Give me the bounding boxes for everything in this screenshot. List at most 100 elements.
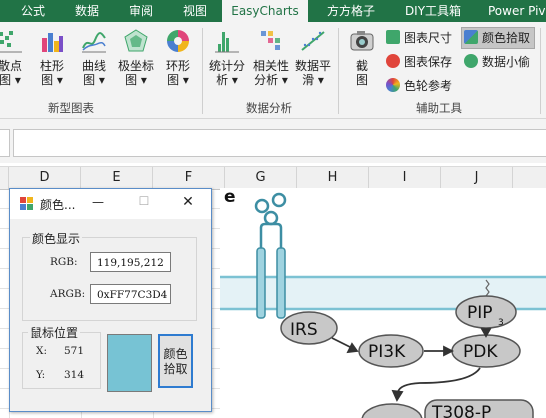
- color-picker-button[interactable]: 颜色拾取: [461, 27, 536, 49]
- data-thief-button[interactable]: 数据小偷: [464, 52, 530, 72]
- maximize-button[interactable]: ☐: [132, 194, 156, 208]
- smoothing-label-1: 数据平: [294, 59, 331, 73]
- magnifier-icon: [464, 54, 478, 68]
- scatter-chart-button[interactable]: 散点 图 ▾: [0, 28, 26, 87]
- camera-icon: [350, 31, 374, 51]
- bar-chart-button[interactable]: 柱形 图 ▾: [34, 28, 70, 87]
- pick-color-label-2: 拾取: [163, 362, 188, 376]
- pdk-label: PDK: [463, 342, 498, 362]
- statistics-analysis-button[interactable]: 统计分 析 ▾: [206, 28, 248, 87]
- color-swatch: [107, 334, 152, 392]
- polar-chart-label-2: 图 ▾: [125, 73, 147, 87]
- tab-view[interactable]: 视图: [172, 0, 218, 22]
- pip3-label: PIP: [467, 303, 493, 323]
- argb-label: ARGB:: [50, 288, 86, 300]
- data-thief-label: 数据小偷: [482, 55, 531, 69]
- correlation-label-2: 分析 ▾: [254, 73, 288, 87]
- pick-color-label-1: 颜色: [163, 347, 188, 361]
- chart-save-label: 图表保存: [404, 55, 453, 69]
- color-display-group: [22, 237, 197, 321]
- image-icon: [386, 30, 400, 44]
- close-button[interactable]: ✕: [176, 194, 200, 210]
- color-picker-dialog: 颜色... — ☐ ✕ 颜色显示 RGB: 119,195,212 ARGB: …: [9, 188, 212, 412]
- ring-chart-icon: [167, 30, 189, 52]
- scatter-chart-label-2: 图 ▾: [0, 73, 21, 87]
- pasted-figure[interactable]: PIP 3 IRS PI3K PDK T308-P e: [220, 188, 546, 418]
- ring-chart-label-1: 环形: [165, 59, 190, 73]
- curve-chart-button[interactable]: 曲线 图 ▾: [76, 28, 112, 87]
- color-wheel-reference-button[interactable]: 色轮参考: [386, 76, 452, 96]
- rgb-value-field[interactable]: 119,195,212: [90, 252, 171, 272]
- pip3-subscript: 3: [498, 318, 504, 328]
- column-header-h[interactable]: H: [297, 167, 369, 189]
- data-smoothing-button[interactable]: 数据平 滑 ▾: [293, 28, 333, 87]
- color-picker-label: 颜色拾取: [482, 31, 531, 45]
- statistics-label-2: 析 ▾: [216, 73, 238, 87]
- statistics-label-1: 统计分: [208, 59, 245, 73]
- smoothing-icon: [301, 31, 325, 51]
- color-wheel-label: 色轮参考: [404, 79, 453, 93]
- bar-chart-label-1: 柱形: [39, 59, 64, 73]
- column-header-e[interactable]: E: [81, 167, 153, 189]
- ring-chart-button[interactable]: 环形 图 ▾: [160, 28, 196, 87]
- ring-chart-label-2: 图 ▾: [167, 73, 189, 87]
- dialog-title-bar[interactable]: 颜色... — ☐ ✕: [10, 189, 211, 219]
- column-header-k[interactable]: [513, 167, 546, 189]
- irs-label: IRS: [290, 320, 318, 340]
- column-header-j[interactable]: J: [441, 167, 513, 189]
- minimize-button[interactable]: —: [86, 195, 110, 209]
- panel-letter: e: [224, 188, 236, 207]
- tab-diy-toolbox[interactable]: DIY工具箱: [394, 0, 472, 22]
- pick-color-button[interactable]: 颜色 拾取: [158, 334, 193, 388]
- akt-node: [361, 403, 423, 418]
- new-charts-group-label: 新型图表: [48, 101, 94, 115]
- tab-fangfanggezi[interactable]: 方方格子: [316, 0, 386, 22]
- data-analysis-group-label: 数据分析: [246, 101, 292, 115]
- column-header-d[interactable]: D: [9, 167, 81, 189]
- name-box[interactable]: [0, 129, 10, 157]
- tab-data[interactable]: 数据: [64, 0, 110, 22]
- tab-power-pivot[interactable]: Power Piv: [480, 0, 546, 22]
- x-label: X:: [36, 345, 48, 357]
- ribbon: 散点 图 ▾ 柱形 图 ▾ 曲线 图 ▾ 极坐标 图 ▾ 环形 图 ▾ 新型图表: [0, 22, 546, 119]
- app-icon: [20, 197, 33, 210]
- tab-formulas[interactable]: 公式: [10, 0, 56, 22]
- chart-size-label: 图表尺寸: [404, 31, 453, 45]
- tab-review[interactable]: 审阅: [118, 0, 164, 22]
- column-headers: D E F G H I J: [0, 166, 546, 190]
- correlation-icon: [261, 31, 280, 50]
- screenshot-label-1: 截: [355, 59, 368, 73]
- scatter-chart-icon: [0, 31, 22, 53]
- color-display-legend: 颜色显示: [30, 230, 83, 247]
- color-picker-icon: [464, 30, 478, 44]
- argb-value-field[interactable]: 0xFF77C3D4: [90, 284, 171, 304]
- column-header-i[interactable]: I: [369, 167, 441, 189]
- ribbon-tab-bar: 公式 数据 审阅 视图 EasyCharts 方方格子 DIY工具箱 Power…: [0, 0, 546, 22]
- screenshot-button[interactable]: 截 图: [344, 28, 380, 87]
- ribbon-separator: [338, 28, 339, 114]
- column-header-f[interactable]: F: [153, 167, 225, 189]
- scatter-chart-label-1: 散点: [0, 59, 22, 73]
- correlation-analysis-button[interactable]: 相关性 分析 ▾: [250, 28, 292, 87]
- column-header-g[interactable]: G: [225, 167, 297, 189]
- polar-chart-button[interactable]: 极坐标 图 ▾: [115, 28, 157, 87]
- screenshot-label-2: 图: [355, 73, 368, 87]
- curve-chart-icon: [82, 32, 106, 53]
- tab-easycharts[interactable]: EasyCharts: [222, 0, 308, 22]
- x-value: 571: [64, 345, 85, 357]
- ribbon-separator: [540, 28, 541, 114]
- curve-chart-label-1: 曲线: [81, 59, 106, 73]
- mouse-position-legend: 鼠标位置: [28, 324, 81, 341]
- y-label: Y:: [36, 369, 46, 381]
- dialog-title: 颜色...: [40, 198, 76, 212]
- formula-input[interactable]: [13, 129, 546, 157]
- rgb-label: RGB:: [50, 256, 78, 268]
- ribbon-separator: [202, 28, 203, 114]
- bar-chart-label-2: 图 ▾: [41, 73, 63, 87]
- chart-size-button[interactable]: 图表尺寸: [386, 28, 452, 48]
- save-icon: [386, 54, 400, 68]
- chart-save-button[interactable]: 图表保存: [386, 52, 452, 72]
- signaling-pathway-diagram: PIP 3 IRS PI3K PDK T308-P e: [220, 188, 546, 418]
- column-header-c[interactable]: [0, 167, 9, 189]
- statistics-icon: [215, 32, 239, 53]
